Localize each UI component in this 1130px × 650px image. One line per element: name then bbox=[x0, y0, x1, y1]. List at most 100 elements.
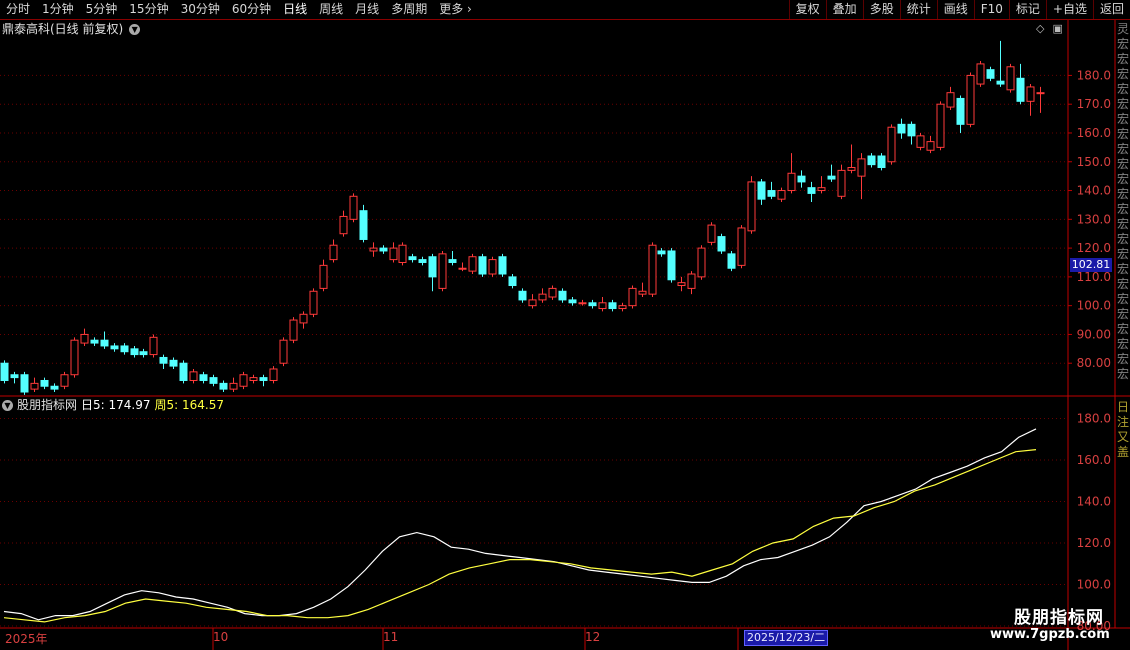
candle bbox=[568, 297, 577, 306]
x-axis-label-oct: 10 bbox=[213, 630, 229, 644]
candle bbox=[807, 181, 816, 203]
candle bbox=[638, 282, 647, 298]
candle bbox=[618, 302, 627, 312]
candle bbox=[209, 374, 218, 387]
candle bbox=[976, 61, 985, 87]
candle bbox=[797, 170, 806, 188]
candle bbox=[1006, 63, 1015, 93]
candle bbox=[408, 253, 417, 263]
candle bbox=[528, 294, 537, 309]
main-y-tick: 130.0 bbox=[1077, 212, 1111, 226]
candle bbox=[508, 274, 517, 289]
candle bbox=[309, 288, 318, 318]
main-y-tick: 170.0 bbox=[1077, 97, 1111, 111]
candle bbox=[897, 118, 906, 139]
main-y-tick: 140.0 bbox=[1077, 184, 1111, 198]
candle bbox=[1016, 63, 1025, 105]
indicator-header: ▼ 股朋指标网 日5: 174.97 周5: 164.57 bbox=[2, 397, 224, 413]
candle bbox=[80, 328, 89, 346]
watermark-url: www.7gpzb.com bbox=[990, 627, 1110, 642]
candle bbox=[956, 95, 965, 133]
candle bbox=[936, 101, 945, 151]
candle bbox=[199, 371, 208, 384]
candle bbox=[588, 299, 597, 309]
right-side-panel-lower: 日注又盖 bbox=[1117, 400, 1130, 459]
candle bbox=[40, 377, 49, 390]
day-line-value: 日5: 174.97 bbox=[81, 398, 151, 412]
candle bbox=[1026, 84, 1035, 116]
indicator-lines bbox=[3, 428, 1037, 623]
candle bbox=[319, 259, 328, 292]
day5-line bbox=[3, 428, 1037, 621]
chevron-down-icon[interactable]: ▼ bbox=[2, 399, 13, 411]
candle bbox=[458, 262, 467, 272]
candle bbox=[916, 132, 925, 151]
watermark-title: 股朋指标网 bbox=[1014, 608, 1104, 628]
candle bbox=[598, 297, 607, 312]
candle bbox=[359, 204, 368, 243]
chart-canvas[interactable]: 180.0170.0160.0150.0140.0130.0120.0110.0… bbox=[0, 0, 1130, 650]
candle bbox=[558, 288, 567, 303]
candle bbox=[717, 233, 726, 254]
candle bbox=[389, 242, 398, 263]
candle bbox=[648, 242, 657, 298]
candle bbox=[518, 288, 527, 303]
candle bbox=[60, 371, 69, 390]
candle bbox=[767, 181, 776, 200]
candle bbox=[498, 253, 507, 277]
candle bbox=[269, 366, 278, 384]
candle bbox=[867, 153, 876, 168]
candle bbox=[608, 299, 617, 312]
candle bbox=[339, 210, 348, 237]
candle bbox=[488, 256, 497, 277]
candle bbox=[90, 337, 99, 346]
candle bbox=[827, 164, 836, 182]
candle bbox=[50, 383, 59, 392]
candle bbox=[986, 66, 995, 82]
candle bbox=[707, 222, 716, 246]
main-y-tick: 120.0 bbox=[1077, 241, 1111, 255]
indicator-y-tick: 140.0 bbox=[1077, 495, 1111, 509]
candle bbox=[428, 253, 437, 292]
indicator-y-tick: 180.0 bbox=[1077, 412, 1111, 426]
candle bbox=[329, 239, 338, 263]
cursor-date-label: 2025/12/23/二 bbox=[744, 630, 829, 646]
candle bbox=[139, 348, 148, 358]
candle bbox=[349, 193, 358, 223]
candle bbox=[289, 317, 298, 344]
candle bbox=[777, 187, 786, 203]
candlestick-series bbox=[0, 40, 1045, 395]
candle bbox=[847, 144, 856, 174]
week-line-value: 周5: 164.57 bbox=[154, 398, 224, 412]
main-y-tick: 90.00 bbox=[1077, 327, 1111, 341]
main-y-tick: 160.0 bbox=[1077, 126, 1111, 140]
candle bbox=[279, 337, 288, 367]
candle bbox=[379, 245, 388, 254]
week5-line bbox=[3, 449, 1037, 623]
candle bbox=[179, 360, 188, 384]
candle bbox=[20, 371, 29, 395]
candle bbox=[857, 153, 866, 200]
main-y-tick: 150.0 bbox=[1077, 155, 1111, 169]
candle bbox=[70, 337, 79, 378]
candle bbox=[657, 248, 666, 257]
candle bbox=[747, 176, 756, 234]
watermark: 股朋指标网 www.7gpzb.com bbox=[988, 603, 1128, 649]
candle bbox=[398, 242, 407, 266]
candle bbox=[169, 357, 178, 369]
candle bbox=[727, 250, 736, 272]
indicator-y-tick: 100.0 bbox=[1077, 578, 1111, 592]
candle bbox=[100, 331, 109, 349]
candle bbox=[299, 311, 308, 329]
x-axis-label-nov: 11 bbox=[383, 630, 399, 644]
candle bbox=[159, 354, 168, 369]
candle bbox=[219, 380, 228, 392]
candle bbox=[259, 374, 268, 387]
candle bbox=[110, 343, 119, 352]
candle bbox=[907, 121, 916, 145]
candle bbox=[757, 179, 766, 205]
candle bbox=[120, 343, 129, 355]
candle bbox=[0, 360, 9, 384]
candle bbox=[448, 250, 457, 266]
candle bbox=[30, 377, 39, 392]
